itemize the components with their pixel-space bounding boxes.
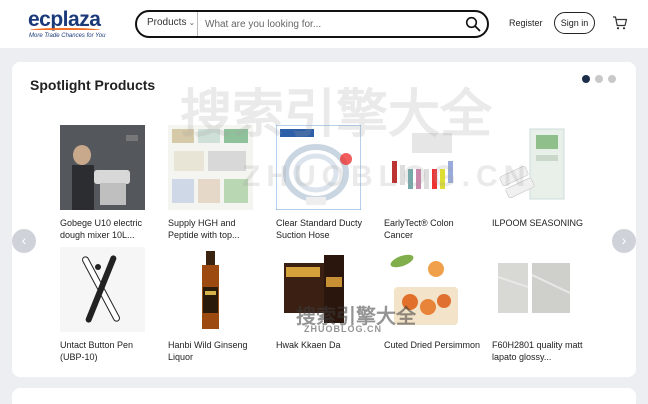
product-image[interactable] [60,125,145,210]
search-icon[interactable] [465,16,481,32]
product-name[interactable]: F60H2801 quality matt lapato glossy... [492,339,592,363]
site-header: ecplaza More Trade Chances for You Produ… [0,0,648,48]
product-name[interactable]: ILPOOM SEASONING [492,217,592,229]
search-category-dropdown[interactable]: Products ⌄ [147,17,195,28]
logo-tagline: More Trade Chances for You [29,33,106,39]
watermark-text: 搜索引擎大全 [180,86,493,144]
carousel-pagination [582,75,618,85]
product-name[interactable]: EarlyTect® Colon Cancer [384,217,484,241]
register-link[interactable]: Register [509,18,543,28]
watermark-url: ZHUOBLOG.CN [242,160,532,193]
cart-icon[interactable] [612,15,628,31]
product-image[interactable] [60,247,145,332]
search-divider [197,12,198,36]
search-input[interactable] [205,16,455,32]
section-title: Spotlight Products [30,77,156,93]
product-name[interactable]: Hwak Kkaen Da [276,339,376,351]
product-name[interactable]: Cuted Dried Persimmon [384,339,484,351]
signin-button[interactable]: Sign in [554,12,595,34]
product-name[interactable]: Untact Button Pen (UBP-10) [60,339,160,363]
search-category-label: Products [147,17,187,28]
product-name[interactable]: Clear Standard Ducty Suction Hose [276,217,376,241]
ecplaza-logo[interactable]: ecplaza More Trade Chances for You [28,8,118,40]
carousel-prev-button[interactable]: ‹ [12,229,36,253]
carousel-dot-3[interactable] [608,75,616,83]
chevron-down-icon: ⌄ [188,18,196,27]
carousel-dot-2[interactable] [595,75,603,83]
product-name[interactable]: Gobege U10 electric dough mixer 10L... [60,217,160,241]
carousel-dot-1[interactable] [582,75,590,83]
watermark-url: ZHUOBLOG.CN [304,324,382,334]
search-bar: Products ⌄ [135,10,489,38]
logo-swoosh [30,28,100,32]
product-image[interactable] [168,247,253,332]
carousel-next-button[interactable]: › [612,229,636,253]
product-name[interactable]: Supply HGH and Peptide with top... [168,217,268,241]
product-image[interactable] [492,247,577,332]
product-name[interactable]: Hanbi Wild Ginseng Liquor [168,339,268,363]
next-section-card [12,388,636,404]
